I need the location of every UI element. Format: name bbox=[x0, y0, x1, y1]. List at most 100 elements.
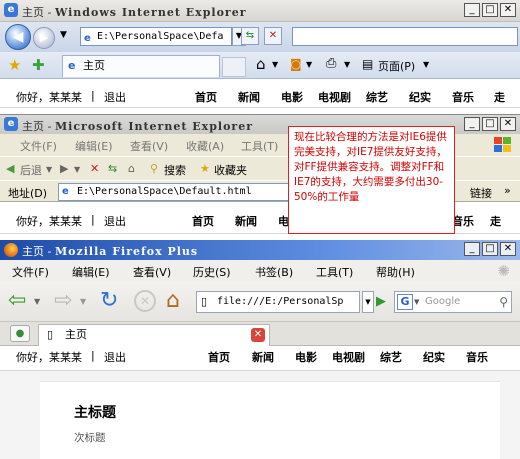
minimize-button[interactable]: _ bbox=[464, 242, 480, 256]
back-arrow-icon[interactable]: ◀ bbox=[6, 162, 14, 175]
links-button[interactable]: 链接 bbox=[470, 185, 492, 201]
refresh-icon[interactable]: ⇆ bbox=[108, 162, 117, 175]
forward-dropdown-icon[interactable]: ▼ bbox=[74, 165, 80, 174]
nav-item-music[interactable]: 音乐 bbox=[466, 349, 488, 365]
forward-button[interactable]: ▶ bbox=[33, 27, 55, 49]
nav-item-tv[interactable]: 电视剧 bbox=[318, 89, 351, 105]
go-button[interactable]: ▶ bbox=[376, 294, 386, 309]
home-icon[interactable]: ⌂ bbox=[128, 162, 135, 175]
back-arrow-icon[interactable]: ⇦ bbox=[8, 289, 26, 313]
menu-file[interactable]: 文件(F) bbox=[20, 138, 57, 154]
print-icon[interactable]: ⎙ bbox=[326, 56, 336, 71]
nav-item-news[interactable]: 新闻 bbox=[252, 349, 274, 365]
close-button[interactable]: ✕ bbox=[500, 242, 516, 256]
nav-item-music[interactable]: 音乐 bbox=[452, 213, 474, 229]
ff-search-placeholder: Google bbox=[425, 296, 461, 307]
ie7-window-controls: _ □ ✕ bbox=[464, 3, 516, 17]
nav-item-home[interactable]: 首页 bbox=[195, 89, 217, 105]
nav-item-more[interactable]: 走 bbox=[494, 89, 505, 105]
maximize-button[interactable]: □ bbox=[482, 3, 498, 17]
stop-icon[interactable]: ✕ bbox=[134, 290, 156, 312]
history-dropdown-icon[interactable]: ▼ bbox=[60, 30, 67, 40]
nav-item-tv[interactable]: 电视剧 bbox=[332, 349, 365, 365]
nav-item-news[interactable]: 新闻 bbox=[235, 213, 257, 229]
menu-bookmarks[interactable]: 书签(B) bbox=[255, 264, 293, 280]
google-icon[interactable]: G bbox=[397, 294, 413, 310]
nav-item-movies[interactable]: 电影 bbox=[295, 349, 317, 365]
favorites-button[interactable]: 收藏夹 bbox=[214, 162, 247, 178]
close-button[interactable]: ✕ bbox=[500, 117, 516, 131]
minimize-button[interactable]: _ bbox=[464, 3, 480, 17]
menu-view[interactable]: 查看(V) bbox=[130, 138, 168, 154]
new-tab-button[interactable] bbox=[222, 57, 246, 77]
nav-item-variety[interactable]: 综艺 bbox=[366, 89, 388, 105]
ff-page-content: 主标题 次标题 bbox=[0, 371, 520, 459]
links-chevron-icon[interactable]: » bbox=[504, 184, 511, 197]
logout-link[interactable]: 退出 bbox=[104, 89, 126, 105]
ff-tab-home[interactable]: ▯ 主页 ✕ bbox=[38, 324, 270, 346]
engine-dropdown-icon[interactable]: ▼ bbox=[414, 292, 419, 312]
forward-arrow-icon[interactable]: ⇨ bbox=[54, 289, 72, 313]
logout-link[interactable]: 退出 bbox=[104, 349, 126, 365]
search-icon[interactable]: ⚲ bbox=[499, 292, 508, 312]
greeting: 你好，某某某 bbox=[16, 91, 82, 104]
menu-tools[interactable]: 工具(T) bbox=[316, 264, 353, 280]
home-dropdown-icon[interactable]: ▼ bbox=[272, 60, 278, 69]
page-menu-dropdown-icon[interactable]: ▼ bbox=[423, 60, 429, 69]
ie7-search-input[interactable] bbox=[292, 27, 518, 46]
nav-item-documentary[interactable]: 纪实 bbox=[409, 89, 431, 105]
ff-window-title: 主页 bbox=[22, 245, 44, 258]
back-button[interactable]: 后退 bbox=[20, 162, 42, 178]
menu-tools[interactable]: 工具(T) bbox=[241, 138, 278, 154]
menu-favorites[interactable]: 收藏(A) bbox=[186, 138, 224, 154]
logout-link[interactable]: 退出 bbox=[104, 213, 126, 229]
nav-item-more[interactable]: 走 bbox=[490, 213, 501, 229]
ie7-tab-home[interactable]: e 主页 bbox=[62, 55, 220, 77]
page-menu-button[interactable]: 页面(P) bbox=[378, 58, 415, 74]
back-dropdown-icon[interactable]: ▼ bbox=[46, 165, 52, 174]
reload-icon[interactable]: ↻ bbox=[100, 288, 118, 314]
ff-search-input[interactable]: G ▼ Google ⚲ bbox=[394, 291, 512, 313]
nav-item-music[interactable]: 音乐 bbox=[452, 89, 474, 105]
nav-item-movies[interactable]: 电影 bbox=[281, 89, 303, 105]
nav-item-home[interactable]: 首页 bbox=[192, 213, 214, 229]
nav-item-home[interactable]: 首页 bbox=[208, 349, 230, 365]
feeds-dropdown-icon[interactable]: ▼ bbox=[306, 60, 312, 69]
ie7-address-bar[interactable]: e E:\PersonalSpace\Defa bbox=[80, 27, 232, 46]
nav-item-documentary[interactable]: 纪实 bbox=[423, 349, 445, 365]
menu-view[interactable]: 查看(V) bbox=[133, 264, 171, 280]
print-dropdown-icon[interactable]: ▼ bbox=[344, 60, 350, 69]
menu-edit[interactable]: 编辑(E) bbox=[75, 138, 113, 154]
menu-edit[interactable]: 编辑(E) bbox=[72, 264, 110, 280]
nav-item-variety[interactable]: 综艺 bbox=[380, 349, 402, 365]
home-icon[interactable]: ⌂ bbox=[256, 55, 266, 73]
search-icon[interactable]: ⚲ bbox=[150, 162, 158, 175]
new-tab-icon[interactable]: ● bbox=[10, 325, 30, 342]
home-icon[interactable]: ⌂ bbox=[166, 288, 180, 314]
favorites-star-icon[interactable]: ★ bbox=[200, 162, 210, 175]
refresh-icon[interactable]: ⇆ bbox=[241, 27, 259, 45]
menu-file[interactable]: 文件(F) bbox=[12, 264, 49, 280]
nav-item-news[interactable]: 新闻 bbox=[238, 89, 260, 105]
search-button[interactable]: 搜索 bbox=[164, 162, 186, 178]
stop-icon[interactable]: ✕ bbox=[90, 162, 99, 175]
content-card: 主标题 次标题 bbox=[40, 381, 500, 459]
forward-icon[interactable]: ▶ bbox=[60, 162, 68, 175]
maximize-button[interactable]: □ bbox=[482, 242, 498, 256]
minimize-button[interactable]: _ bbox=[464, 117, 480, 131]
menu-history[interactable]: 历史(S) bbox=[193, 264, 231, 280]
back-button[interactable]: ◀ bbox=[5, 24, 31, 50]
forward-dropdown-icon[interactable]: ▼ bbox=[80, 297, 86, 306]
ie-app-icon: e bbox=[4, 3, 18, 17]
ff-address-bar[interactable]: ▯ file:///E:/PersonalSp bbox=[196, 291, 360, 313]
menu-help[interactable]: 帮助(H) bbox=[376, 264, 415, 280]
close-button[interactable]: ✕ bbox=[500, 3, 516, 17]
stop-icon[interactable]: ✕ bbox=[264, 27, 282, 45]
feeds-icon[interactable]: ◙ bbox=[290, 57, 302, 71]
add-favorites-icon[interactable]: ✚ bbox=[32, 56, 45, 74]
favorites-star-icon[interactable]: ★ bbox=[8, 56, 21, 74]
tab-close-icon[interactable]: ✕ bbox=[251, 328, 265, 342]
address-dropdown-icon[interactable]: ▼ bbox=[362, 291, 374, 313]
maximize-button[interactable]: □ bbox=[482, 117, 498, 131]
back-dropdown-icon[interactable]: ▼ bbox=[34, 297, 40, 306]
